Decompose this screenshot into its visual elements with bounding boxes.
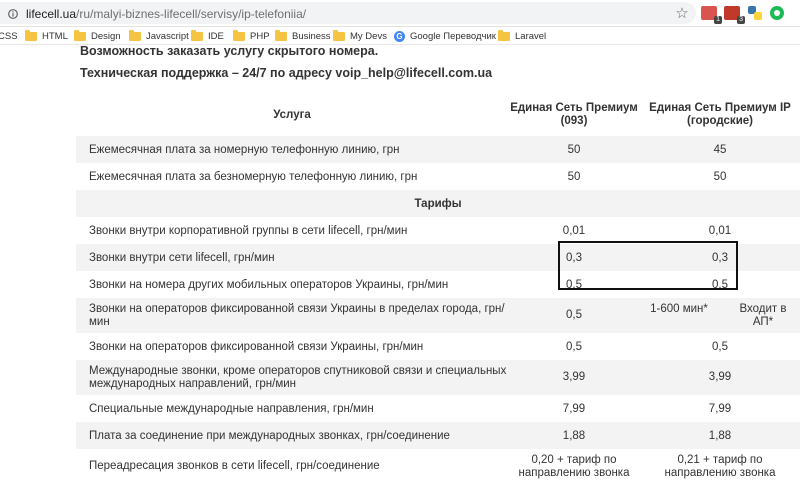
bookmark-star-icon[interactable]: ☆: [673, 5, 691, 23]
color-extension-icon[interactable]: [768, 4, 786, 22]
service-cell: Плата за соединение при международных зв…: [76, 422, 508, 449]
folder-icon: [333, 29, 345, 41]
bookmark-label: Javascript: [146, 30, 189, 42]
value-cell: 7,99: [562, 402, 586, 415]
service-cell: Звонки внутри корпоративной группы в сет…: [89, 224, 408, 237]
service-cell: Международные звонки, кроме операторов с…: [76, 360, 508, 395]
extension-badge: 3: [737, 16, 745, 24]
browser-toolbar: lifecell.ua/ru/malyi-biznes-lifecell/ser…: [0, 0, 800, 27]
bookmark-html[interactable]: HTML: [25, 29, 68, 43]
section-row: Тарифы: [76, 190, 800, 217]
table-row: Специальные международные направления, г…: [76, 395, 800, 422]
value-cell: 50: [567, 170, 581, 183]
extension-icon[interactable]: 3: [724, 4, 745, 24]
value-cell: 1,88: [508, 422, 640, 449]
notice-support: Техническая поддержка – 24/7 по адресу v…: [80, 66, 493, 80]
bookmark-label: PHP: [250, 30, 270, 42]
folder-icon: [191, 29, 203, 41]
value-cell: 0,20 + тариф по направлению звонка: [518, 453, 630, 479]
bookmark-google-translate[interactable]: G Google Переводчик: [394, 29, 496, 43]
bookmark-label: Google Переводчик: [410, 30, 496, 42]
table-row: Звонки на операторов фиксированной связи…: [76, 298, 800, 333]
folder-icon: [233, 29, 245, 41]
table-row: Международные звонки, кроме операторов с…: [76, 360, 800, 395]
table-header-row: Услуга Единая Сеть Премиум (093) Единая …: [76, 94, 800, 136]
service-cell: Звонки внутри сети lifecell, грн/мин: [76, 244, 508, 271]
info-icon[interactable]: [8, 9, 18, 19]
value-cell: 0,5: [712, 340, 728, 353]
table-row: Ежемесячная плата за номерную телефонную…: [76, 136, 800, 163]
page-content: Возможность заказать услугу скрытого ном…: [0, 45, 800, 491]
folder-icon: [275, 29, 287, 41]
header-plan-093: Единая Сеть Премиум (093): [510, 102, 638, 127]
bookmark-ide[interactable]: IDE: [191, 29, 224, 43]
value-cell: 0,5: [508, 298, 640, 333]
highlight-rectangle: [558, 241, 738, 290]
service-cell: Звонки на операторов фиксированной связи…: [76, 298, 508, 333]
bookmark-php[interactable]: PHP: [233, 29, 270, 43]
bookmark-label: Design: [91, 30, 121, 42]
extension-badge: 1: [714, 16, 722, 24]
value-cell: 50: [713, 170, 727, 183]
bookmark-my-devs[interactable]: My Devs: [333, 29, 387, 43]
value-cell: 1,88: [640, 422, 800, 449]
bookmark-label: Business: [292, 30, 331, 42]
header-service: Услуга: [273, 108, 311, 121]
service-cell: Ежемесячная плата за номерную телефонную…: [76, 136, 508, 163]
bookmark-css[interactable]: CSS: [0, 29, 18, 43]
table-row: Переадресация звонков в сети lifecell, г…: [76, 449, 800, 484]
folder-icon: [498, 29, 510, 41]
value-cell: 0,5: [566, 340, 582, 353]
bookmark-label: My Devs: [350, 30, 387, 42]
bookmark-laravel[interactable]: Laravel: [498, 29, 546, 43]
service-cell: Звонки на номера других мобильных операт…: [89, 278, 449, 291]
value-cell: 3,99: [508, 360, 640, 395]
service-cell: Звонки на операторов фиксированной связи…: [89, 340, 424, 353]
value-included: Входит в АП*: [739, 302, 787, 328]
value-cell: 50: [508, 136, 640, 163]
value-minutes: 1-600 мин*: [650, 302, 708, 315]
address-bar[interactable]: lifecell.ua/ru/malyi-biznes-lifecell/ser…: [0, 2, 696, 24]
value-cell: 7,99: [708, 402, 732, 415]
bookmark-business[interactable]: Business: [275, 29, 331, 43]
folder-icon: [129, 29, 141, 41]
python-extension-icon[interactable]: [746, 4, 764, 22]
value-cell: 3,99: [640, 360, 800, 395]
extension-icon[interactable]: 1: [701, 4, 722, 24]
service-cell: Специальные международные направления, г…: [89, 402, 374, 415]
service-cell: Ежемесячная плата за безномерную телефон…: [89, 170, 418, 183]
url-path: /ru/malyi-biznes-lifecell/servisy/ip-tel…: [76, 7, 307, 21]
header-plan-ip: Единая Сеть Премиум IP (городские): [649, 102, 791, 127]
folder-icon: [74, 29, 86, 41]
url-host: lifecell.ua: [26, 7, 77, 21]
section-title: Тарифы: [76, 190, 800, 217]
table-row: Звонки на операторов фиксированной связи…: [76, 333, 800, 360]
bookmark-label: IDE: [208, 30, 224, 42]
bookmark-label: CSS: [0, 30, 18, 42]
split-value-cell: 1-600 мин* Входит в АП*: [640, 298, 800, 333]
notice-hidden-number: Возможность заказать услугу скрытого ном…: [80, 45, 379, 58]
table-row: Плата за соединение при международных зв…: [76, 422, 800, 449]
folder-icon: [25, 29, 37, 41]
table-row: Ежемесячная плата за безномерную телефон…: [76, 163, 800, 190]
bookmarks-bar: CSS HTML Design Javascript IDE PHP Busin…: [0, 27, 800, 45]
value-cell: 45: [640, 136, 800, 163]
value-cell: 0,01: [708, 224, 732, 237]
value-cell: 0,01: [562, 224, 586, 237]
value-cell: 0,21 + тариф по направлению звонка: [664, 453, 776, 479]
service-cell: Переадресация звонков в сети lifecell, г…: [89, 460, 380, 472]
bookmark-label: HTML: [42, 30, 68, 42]
google-translate-icon: G: [394, 30, 405, 42]
bookmark-design[interactable]: Design: [74, 29, 121, 43]
bookmark-label: Laravel: [515, 30, 547, 42]
url-text[interactable]: lifecell.ua/ru/malyi-biznes-lifecell/ser…: [26, 7, 306, 21]
bookmark-javascript[interactable]: Javascript: [129, 29, 189, 43]
table-row: Звонки внутри корпоративной группы в сет…: [76, 217, 800, 244]
